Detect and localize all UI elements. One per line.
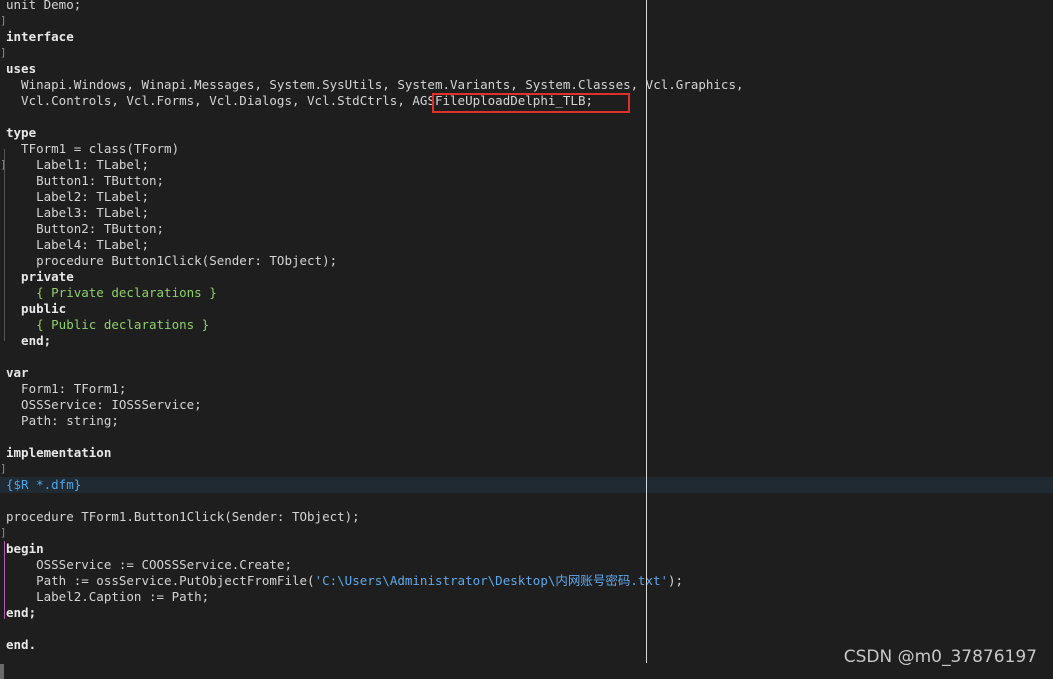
code-line: public	[0, 301, 1053, 317]
code-line: Path: string;	[0, 413, 1053, 429]
fold-marker-icon[interactable]: ]	[0, 45, 7, 61]
code-text: begin	[6, 541, 44, 556]
right-margin-line	[646, 0, 647, 663]
code-text: Label4: TLabel;	[6, 237, 149, 252]
code-line: Path := ossService.PutObjectFromFile('C:…	[0, 573, 1053, 589]
code-line: Winapi.Windows, Winapi.Messages, System.…	[0, 77, 1053, 93]
code-line: ] implementation	[0, 445, 1053, 475]
code-editor[interactable]: ] unit Demo; ] interface uses Winapi.Win…	[0, 0, 1053, 679]
code-line: Label1: TLabel;	[0, 157, 1053, 173]
code-text: Button1: TButton;	[6, 173, 165, 188]
code-comment: { Private declarations }	[6, 285, 217, 300]
code-line: type	[0, 125, 1053, 141]
code-line: ] procedure TForm1.Button1Click(Sender: …	[0, 509, 1053, 539]
code-line: ] interface	[0, 29, 1053, 59]
code-line-current: {$R *.dfm}	[0, 477, 1053, 493]
code-line: begin	[0, 541, 1053, 557]
code-line: OSSService: IOSSService;	[0, 397, 1053, 413]
code-line: uses	[0, 61, 1053, 77]
code-line: Button2: TButton;	[0, 221, 1053, 237]
code-text: OSSService := COOSSService.Create;	[6, 557, 292, 572]
code-text: Label1: TLabel;	[6, 157, 149, 172]
code-line: Label2: TLabel;	[0, 189, 1053, 205]
code-line: ] unit Demo;	[0, 0, 1053, 27]
code-line: { Public declarations }	[0, 317, 1053, 333]
code-line: end;	[0, 605, 1053, 621]
fold-guide	[4, 149, 5, 341]
code-text: type	[6, 125, 37, 140]
code-text: Label2.Caption := Path;	[6, 589, 210, 604]
code-line: Form1: TForm1;	[0, 381, 1053, 397]
code-text: end.	[6, 637, 37, 652]
code-line: Button1: TButton;	[0, 173, 1053, 189]
fold-guide	[4, 541, 5, 619]
code-text: implementation	[6, 445, 112, 460]
code-text: OSSService: IOSSService;	[6, 397, 202, 412]
code-text: Label3: TLabel;	[6, 205, 149, 220]
fold-marker-icon[interactable]: ]	[0, 525, 7, 541]
code-text: private	[6, 269, 74, 284]
watermark: CSDN @m0_37876197	[843, 647, 1037, 667]
code-line: Label3: TLabel;	[0, 205, 1053, 221]
fold-marker-icon[interactable]: ]	[0, 13, 7, 29]
code-text: Path := ossService.PutObjectFromFile('C:…	[6, 573, 683, 589]
code-text: end;	[6, 605, 37, 620]
code-line: OSSService := COOSSService.Create;	[0, 557, 1053, 573]
code-text: Form1: TForm1;	[6, 381, 127, 396]
code-text: TForm1 = class(TForm)	[6, 141, 180, 156]
code-text: unit Demo;	[6, 0, 82, 12]
code-comment: { Public declarations }	[6, 317, 210, 332]
code-line: end;	[0, 333, 1053, 349]
code-text: end;	[6, 333, 52, 348]
code-text: public	[6, 301, 67, 316]
code-text: Button2: TButton;	[6, 221, 165, 236]
code-line: Label4: TLabel;	[0, 237, 1053, 253]
code-line: { Private declarations }	[0, 285, 1053, 301]
scrollbar[interactable]	[0, 664, 4, 679]
code-text: var	[6, 365, 29, 380]
code-text: interface	[6, 29, 74, 44]
string-literal: 'C:\Users\Administrator\Desktop\内网账号密码.t…	[314, 573, 669, 588]
code-token: );	[668, 573, 684, 588]
code-token: Vcl.Controls, Vcl.Forms, Vcl.Dialogs, Vc…	[6, 93, 413, 108]
code-token: Path := ossService.PutObjectFromFile(	[6, 573, 315, 588]
code-line: Label2.Caption := Path;	[0, 589, 1053, 605]
code-text: uses	[6, 61, 37, 76]
highlight-box	[432, 93, 630, 113]
code-text: Path: string;	[6, 413, 119, 428]
code-text: Winapi.Windows, Winapi.Messages, System.…	[6, 77, 744, 92]
code-text: Label2: TLabel;	[6, 189, 149, 204]
code-text: procedure TForm1.Button1Click(Sender: TO…	[6, 509, 360, 524]
code-line: var	[0, 365, 1053, 381]
code-line: ] TForm1 = class(TForm)	[0, 141, 1053, 171]
code-line: private	[0, 269, 1053, 285]
code-line: procedure Button1Click(Sender: TObject);	[0, 253, 1053, 269]
code-text: procedure Button1Click(Sender: TObject);	[6, 253, 338, 268]
fold-marker-icon[interactable]: ]	[0, 461, 7, 477]
compiler-directive: {$R *.dfm}	[6, 477, 82, 492]
